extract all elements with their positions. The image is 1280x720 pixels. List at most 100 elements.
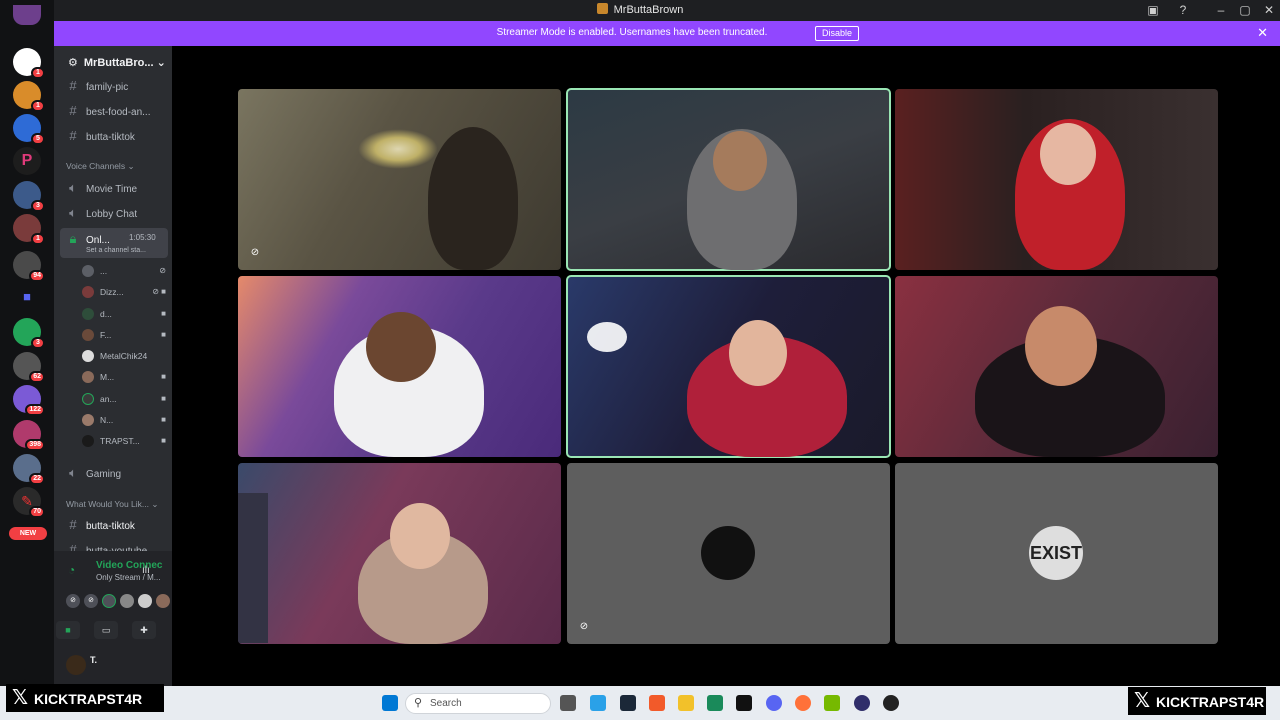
chevron-down-icon: ⌄ bbox=[151, 499, 159, 509]
server-icon[interactable]: 5 bbox=[13, 114, 45, 145]
server-icon[interactable]: 62 bbox=[13, 352, 45, 383]
participant-avatar: EXIST bbox=[1029, 526, 1083, 580]
app-icon bbox=[596, 3, 608, 14]
video-tile-5[interactable] bbox=[566, 275, 891, 458]
nvidia-icon[interactable] bbox=[824, 695, 840, 711]
muted-mic-icon[interactable]: ⊘ bbox=[84, 594, 98, 608]
participant-avatar bbox=[701, 526, 755, 580]
help-icon[interactable]: ? bbox=[1174, 2, 1192, 19]
video-tile-8[interactable]: ⊘ bbox=[567, 463, 890, 644]
avatar bbox=[82, 393, 94, 405]
video-tile-6[interactable] bbox=[895, 276, 1218, 457]
inbox-icon[interactable]: ▣ bbox=[1144, 2, 1162, 19]
steam-icon[interactable] bbox=[620, 695, 636, 711]
server-icon[interactable]: 3 bbox=[13, 181, 45, 212]
app-icon[interactable] bbox=[590, 695, 606, 711]
channel-butta-tiktok[interactable]: # butta-tiktok bbox=[66, 517, 135, 532]
watermark-left: 𝕏 KICKTRAPST4R bbox=[6, 684, 164, 712]
disable-button[interactable]: Disable bbox=[815, 26, 859, 41]
muted-mic-icon[interactable]: ⊘ bbox=[66, 594, 80, 608]
edge-icon[interactable] bbox=[707, 695, 723, 711]
wall-sign bbox=[647, 93, 737, 115]
title-bar: MrButtaBrown ▣ ? – ▢ ✕ bbox=[0, 0, 1280, 21]
user-avatar[interactable] bbox=[66, 655, 86, 675]
server-icon[interactable]: ✎ 70 bbox=[13, 487, 45, 518]
video-tile-9[interactable]: EXIST bbox=[895, 463, 1218, 644]
maximize-button[interactable]: ▢ bbox=[1236, 2, 1254, 19]
voice-user[interactable]: d... ■ bbox=[82, 307, 166, 321]
avatar bbox=[82, 350, 94, 362]
firefox-icon[interactable] bbox=[795, 695, 811, 711]
server-icon[interactable]: 22 bbox=[13, 454, 45, 485]
close-icon[interactable]: ✕ bbox=[1257, 25, 1268, 41]
channel-family-pic[interactable]: # family-pic bbox=[66, 78, 128, 93]
voice-user[interactable]: N... ■ bbox=[82, 413, 166, 427]
screen-share-button[interactable]: ▭ bbox=[94, 621, 118, 639]
avatar[interactable] bbox=[138, 594, 152, 608]
server-header[interactable]: ⚙ MrButtaBro... ⌄ bbox=[68, 56, 166, 69]
video-icon: ■ bbox=[161, 330, 166, 339]
window-title: MrButtaBrown bbox=[0, 3, 1280, 16]
voice-user[interactable]: MetalChik24 bbox=[82, 349, 166, 363]
server-icon[interactable]: 94 bbox=[13, 251, 45, 282]
participant-face bbox=[1040, 123, 1096, 185]
video-tile-1[interactable]: ⊘ bbox=[238, 89, 561, 270]
brave-icon[interactable] bbox=[649, 695, 665, 711]
obs-icon[interactable] bbox=[854, 695, 870, 711]
hash-icon: # bbox=[69, 128, 77, 143]
waveform-icon[interactable]: ılı bbox=[142, 565, 150, 576]
server-icon[interactable]: 122 bbox=[13, 385, 45, 416]
channel-butta-tiktok[interactable]: # butta-tiktok bbox=[66, 128, 135, 143]
minimize-button[interactable]: – bbox=[1212, 2, 1230, 19]
new-badge: NEW bbox=[9, 527, 47, 540]
voice-user[interactable]: M... ■ bbox=[82, 370, 166, 384]
video-tile-3[interactable] bbox=[895, 89, 1218, 270]
video-tile-7[interactable] bbox=[238, 463, 561, 644]
camera-button[interactable]: ■ bbox=[56, 621, 80, 639]
video-tile-2[interactable] bbox=[566, 88, 891, 271]
app-icon[interactable] bbox=[883, 695, 899, 711]
voice-channel-lobby-chat[interactable]: 🔈︎ Lobby Chat bbox=[66, 205, 137, 221]
voice-channel-movie-time[interactable]: 🔈︎ Movie Time bbox=[66, 180, 137, 196]
avatar[interactable] bbox=[156, 594, 170, 608]
voice-status[interactable]: Video Connec bbox=[96, 560, 163, 571]
voice-user[interactable]: TRAPST... ■ bbox=[82, 434, 166, 448]
avatar bbox=[82, 286, 94, 298]
voice-channel-sub[interactable]: Only Stream / M... bbox=[96, 573, 160, 582]
server-icon[interactable]: 1 bbox=[13, 81, 45, 112]
voice-user[interactable]: Dizz... ⊘ ■ bbox=[82, 285, 166, 299]
server-icon[interactable]: 1 bbox=[13, 214, 45, 245]
lock-icon: 🔒︎ bbox=[69, 231, 77, 246]
start-icon[interactable] bbox=[382, 695, 398, 711]
x-logo-icon: 𝕏 bbox=[11, 687, 29, 709]
server-icon[interactable]: 398 bbox=[13, 420, 45, 451]
activities-button[interactable]: ✚ bbox=[132, 621, 156, 639]
server-icon[interactable] bbox=[13, 5, 41, 25]
avatar[interactable] bbox=[102, 594, 116, 608]
participant-face bbox=[713, 131, 767, 191]
server-icon[interactable]: P bbox=[13, 147, 41, 175]
voice-user[interactable]: F... ■ bbox=[82, 328, 166, 342]
discord-icon[interactable] bbox=[766, 695, 782, 711]
tiktok-icon[interactable] bbox=[736, 695, 752, 711]
hash-icon: # bbox=[69, 517, 77, 532]
task-view-icon[interactable] bbox=[560, 695, 576, 711]
avatar[interactable] bbox=[120, 594, 134, 608]
channel-status[interactable]: Set a channel sta... bbox=[86, 247, 146, 254]
voice-user[interactable]: ... ⊘ bbox=[82, 264, 166, 278]
taskbar: ⚲ Search bbox=[0, 686, 1280, 720]
category-what-would-you-like[interactable]: What Would You Lik... ⌄ bbox=[66, 499, 159, 510]
folder-icon[interactable]: ■ bbox=[13, 287, 41, 315]
server-icon[interactable]: 1 bbox=[13, 48, 45, 79]
search-icon: ⚲ bbox=[414, 697, 423, 709]
voice-user[interactable]: an... ■ bbox=[82, 392, 166, 406]
voice-channel-gaming[interactable]: 🔈︎ Gaming bbox=[66, 465, 121, 481]
search-box[interactable]: ⚲ Search bbox=[405, 693, 551, 714]
close-window-button[interactable]: ✕ bbox=[1260, 2, 1278, 19]
participant-face bbox=[1025, 306, 1097, 386]
video-tile-4[interactable] bbox=[238, 276, 561, 457]
folder-icon[interactable] bbox=[678, 695, 694, 711]
category-voice-channels[interactable]: Voice Channels ⌄ bbox=[66, 161, 135, 172]
channel-best-food[interactable]: # best-food-an... bbox=[66, 103, 150, 118]
server-icon[interactable]: 3 bbox=[13, 318, 45, 349]
